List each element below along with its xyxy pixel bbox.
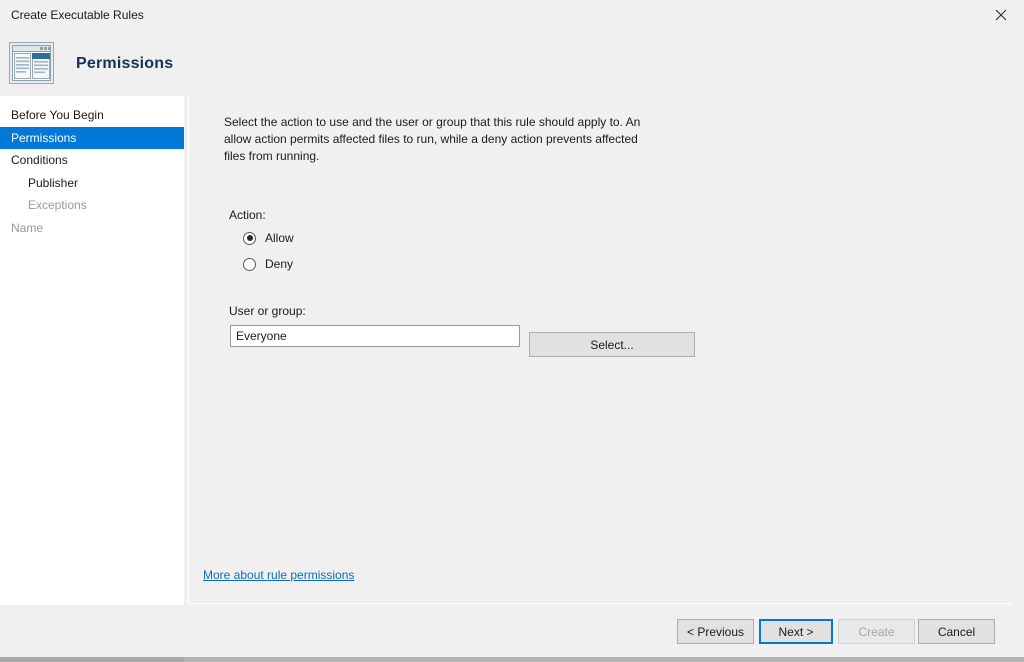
close-icon: [995, 9, 1007, 21]
action-label: Action:: [229, 208, 266, 222]
wizard-header: Permissions: [0, 30, 1024, 96]
previous-button[interactable]: < Previous: [677, 619, 754, 644]
select-button[interactable]: Select...: [529, 332, 695, 357]
dialog-footer: < Previous Next > Create Cancel: [0, 605, 1024, 657]
radio-deny-label: Deny: [265, 257, 294, 271]
more-about-rule-permissions-link[interactable]: More about rule permissions: [203, 568, 354, 582]
radio-allow-label: Allow: [265, 231, 294, 245]
sidebar-bottom-edge: [0, 657, 184, 662]
close-button[interactable]: [978, 0, 1024, 30]
radio-allow-indicator[interactable]: [243, 231, 256, 245]
sidebar-item-name[interactable]: Name: [0, 217, 184, 240]
page-title: Permissions: [76, 55, 174, 72]
create-button: Create: [838, 619, 915, 644]
page-description: Select the action to use and the user or…: [224, 115, 641, 163]
wizard-window-icon: [9, 42, 54, 84]
user-or-group-label: User or group:: [229, 304, 306, 318]
sidebar-item-permissions[interactable]: Permissions: [0, 126, 184, 150]
radio-option-allow[interactable]: Allow: [243, 231, 294, 245]
radio-deny-indicator[interactable]: [243, 257, 256, 271]
sidebar-item-publisher[interactable]: Publisher: [0, 172, 184, 195]
wizard-steps-sidebar: Before You Begin Permissions Conditions …: [0, 96, 184, 662]
radio-option-deny[interactable]: Deny: [243, 257, 293, 271]
content-panel: Select the action to use and the user or…: [188, 96, 1012, 604]
cancel-button[interactable]: Cancel: [918, 619, 995, 644]
sidebar-item-before-you-begin[interactable]: Before You Begin: [0, 104, 184, 127]
user-or-group-input[interactable]: [230, 325, 520, 347]
next-button[interactable]: Next >: [759, 619, 833, 644]
title-bar: Create Executable Rules: [0, 0, 1024, 30]
window-title: Create Executable Rules: [11, 8, 144, 22]
sidebar-item-conditions[interactable]: Conditions: [0, 149, 184, 172]
sidebar-item-exceptions[interactable]: Exceptions: [0, 194, 184, 217]
